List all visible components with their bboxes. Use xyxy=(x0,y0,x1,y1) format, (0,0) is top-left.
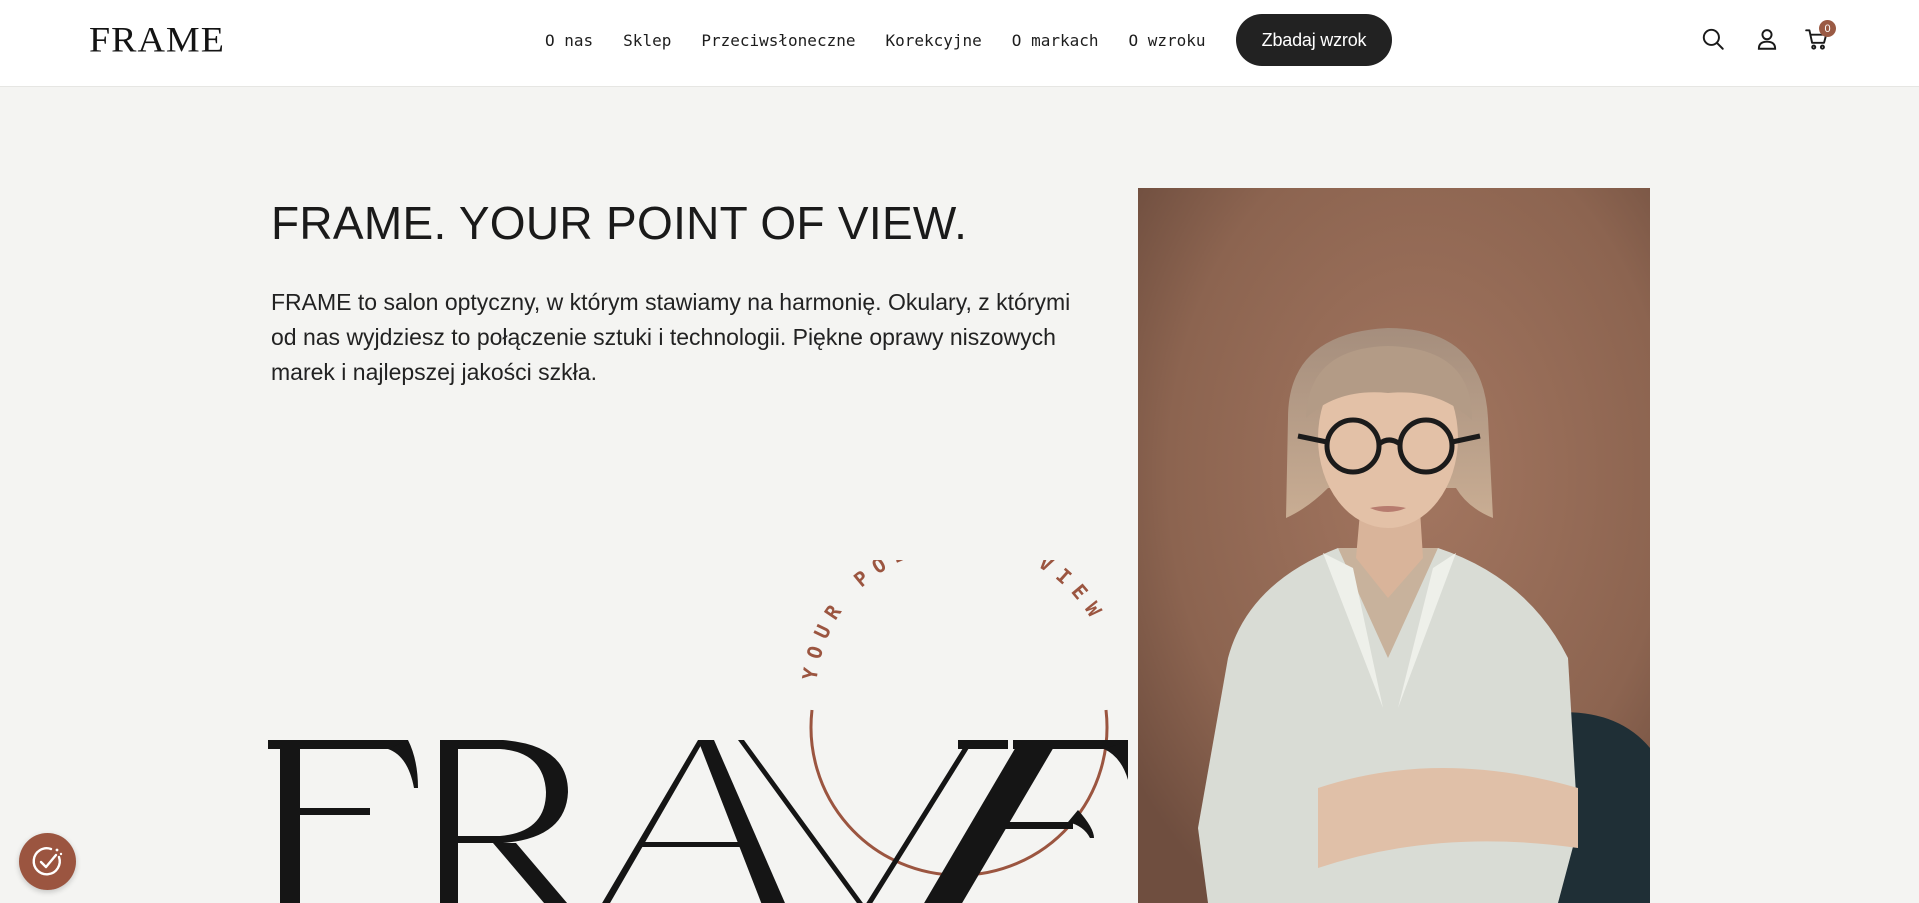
hero-title: FRAME. YOUR POINT OF VIEW. xyxy=(271,197,968,249)
main-nav: O nas Sklep Przeciwsłoneczne Korekcyjne … xyxy=(545,0,1236,80)
accessibility-button[interactable] xyxy=(19,833,76,890)
search-icon[interactable] xyxy=(1698,24,1728,54)
cart-count-badge: 0 xyxy=(1819,20,1836,37)
user-icon[interactable] xyxy=(1752,24,1782,54)
nav-item-przeciwsloneczne[interactable]: Przeciwsłoneczne xyxy=(701,31,855,50)
hero-description: FRAME to salon optyczny, w którym stawia… xyxy=(271,289,1071,385)
check-badge-icon xyxy=(32,846,62,875)
circle-tagline-text: YOUR POINT OF VIEW xyxy=(798,560,1103,682)
big-frame-logo: YOUR POINT OF VIEW xyxy=(268,560,1128,903)
circle-tagline: YOUR POINT OF VIEW xyxy=(798,560,1112,682)
nav-item-o-markach[interactable]: O markach xyxy=(1012,31,1099,50)
nav-item-korekcyjne[interactable]: Korekcyjne xyxy=(885,31,981,50)
site-header: FRAME O nas Sklep Przeciwsłoneczne Korek… xyxy=(0,0,1919,87)
logo-text: FRAME xyxy=(89,20,225,60)
nav-item-sklep[interactable]: Sklep xyxy=(623,31,671,50)
logo[interactable]: FRAME xyxy=(89,20,225,60)
wordmark-letters xyxy=(268,740,1128,903)
nav-item-o-wzroku[interactable]: O wzroku xyxy=(1129,31,1206,50)
book-eye-exam-button[interactable]: Zbadaj wzrok xyxy=(1236,14,1392,66)
hero-photo xyxy=(1138,188,1650,903)
nav-item-o-nas[interactable]: O nas xyxy=(545,31,593,50)
